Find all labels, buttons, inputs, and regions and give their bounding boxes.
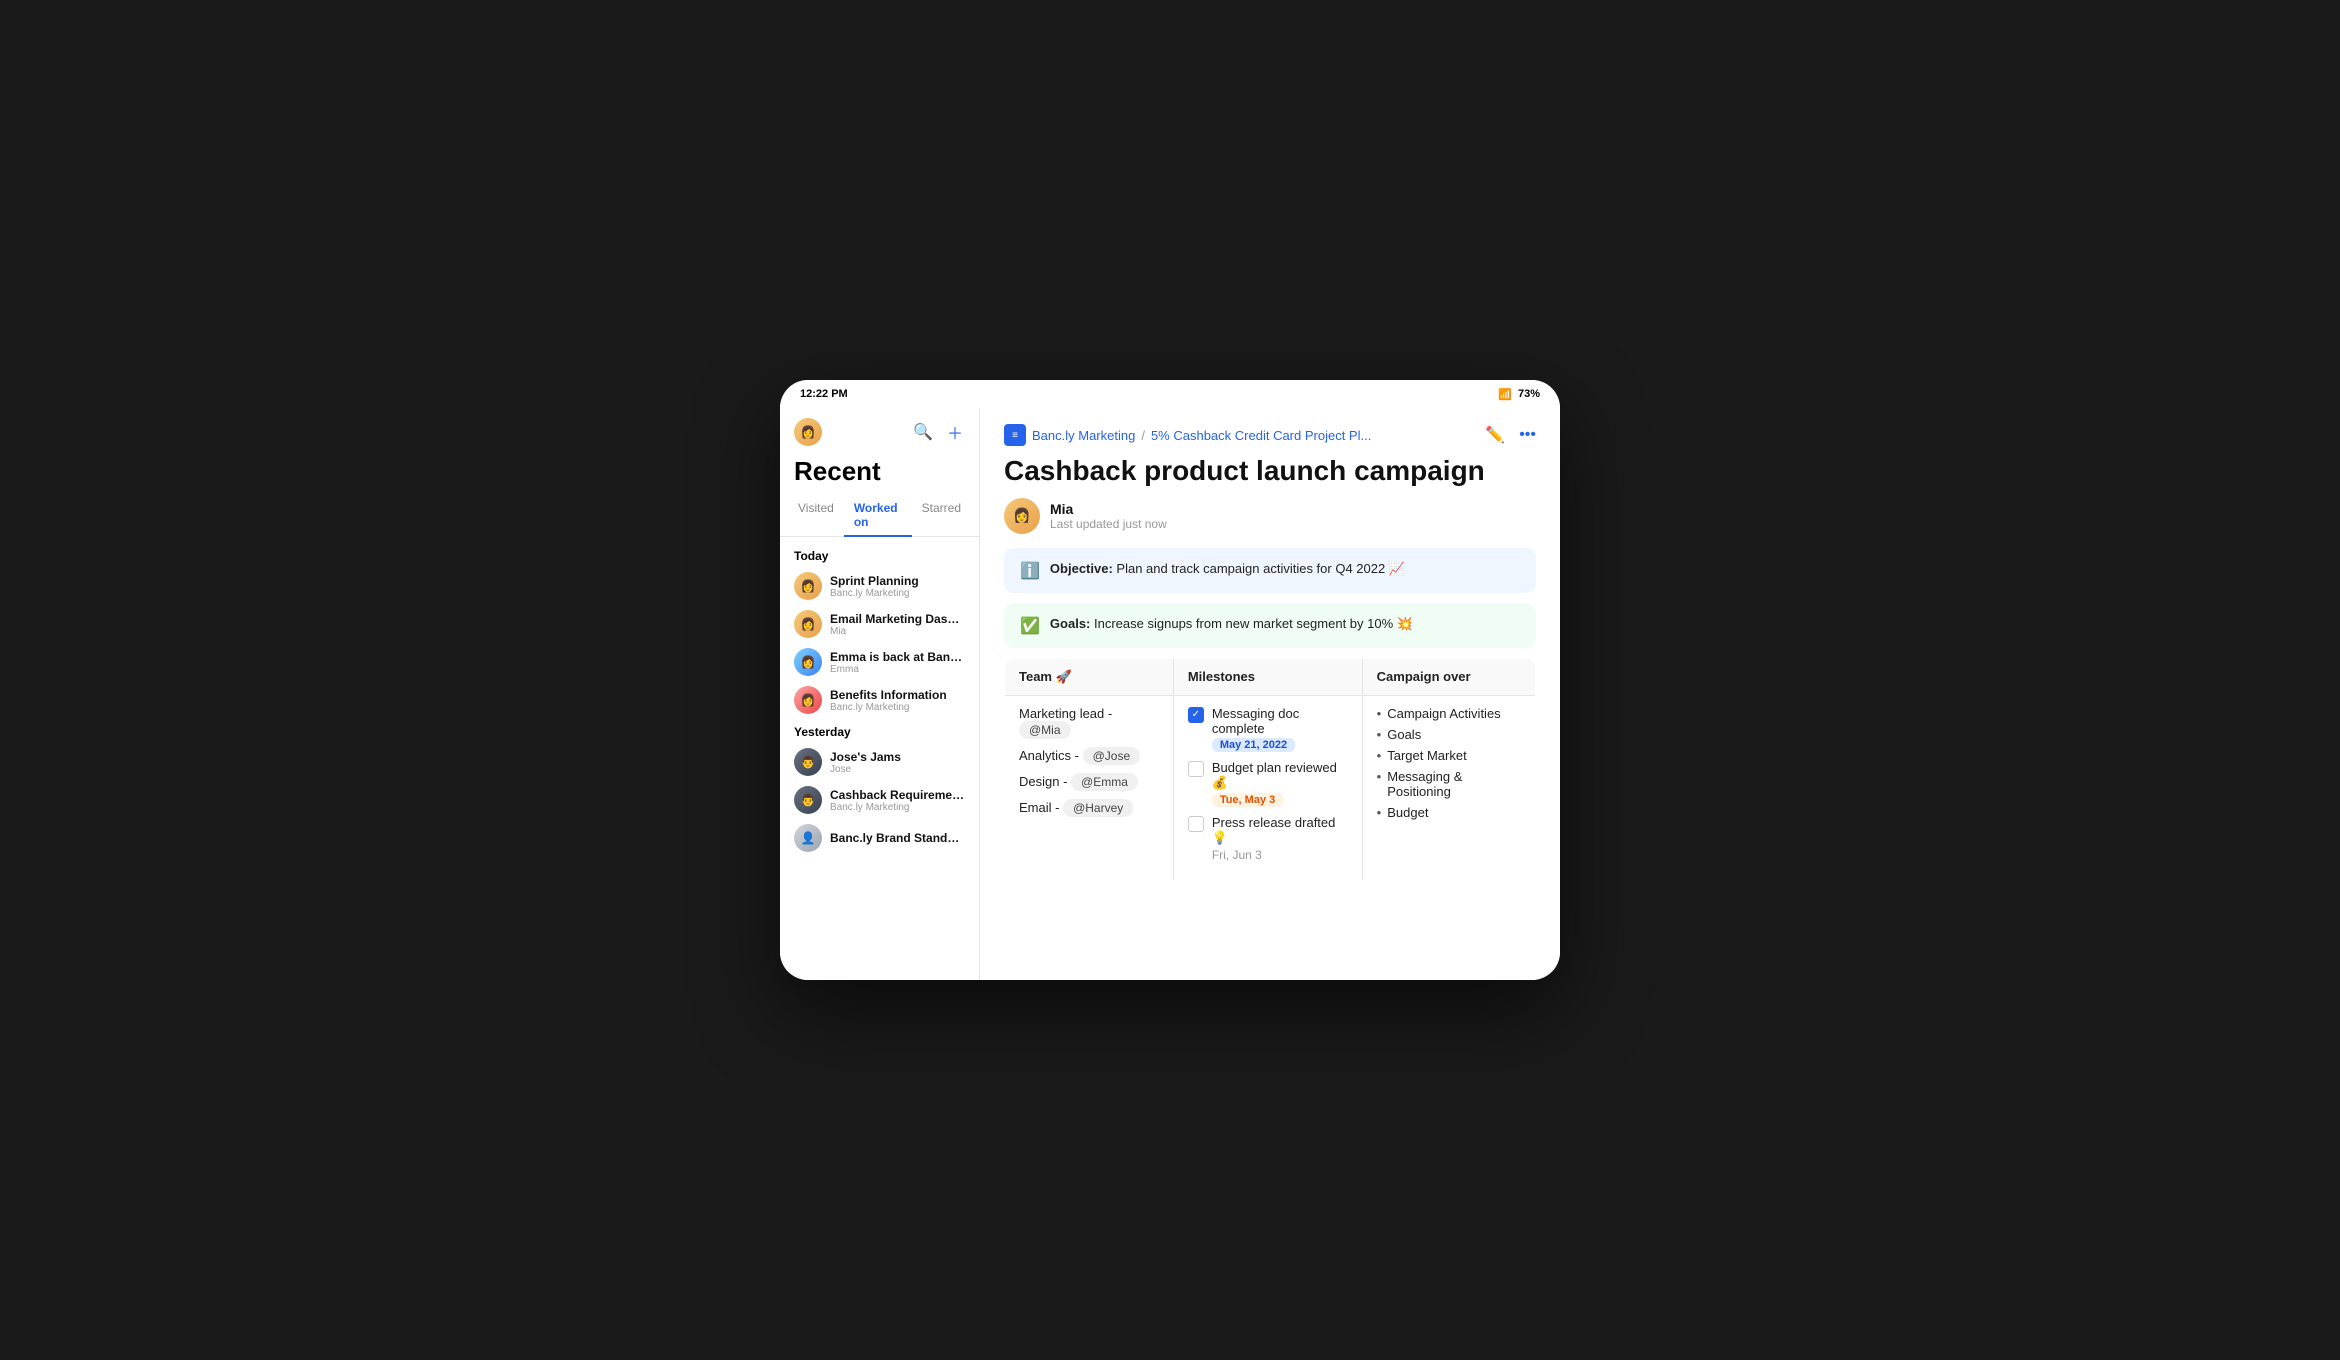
team-row: Marketing lead - @Mia	[1019, 706, 1159, 739]
goals-text: Increase signups from new market segment…	[1094, 616, 1413, 631]
checkbox-unchecked[interactable]	[1188, 761, 1204, 777]
author-avatar: 👩	[1004, 498, 1040, 534]
list-item: Goals	[1377, 727, 1521, 742]
goals-box: ✅ Goals: Increase signups from new marke…	[1004, 603, 1536, 648]
milestone-text: Budget plan reviewed 💰	[1212, 760, 1348, 791]
status-bar: 12:22 PM 📶 73%	[780, 380, 1560, 408]
list-item[interactable]: 👤 Banc.ly Brand Standards	[780, 819, 979, 857]
col-milestones: Milestones	[1173, 658, 1362, 695]
role-label: Design -	[1019, 774, 1067, 789]
mention-tag[interactable]: @Harvey	[1063, 799, 1133, 817]
milestone-date: Fri, Jun 3	[1212, 848, 1348, 862]
sidebar: 👩 🔍 ＋ Recent Visited Worked on Starred T…	[780, 408, 980, 980]
tab-visited[interactable]: Visited	[788, 495, 844, 537]
author-name: Mia	[1050, 501, 1167, 517]
list-item[interactable]: 👩 Sprint Planning Banc.ly Marketing	[780, 567, 979, 605]
team-row: Email - @Harvey	[1019, 799, 1159, 817]
header-actions: ✏️ •••	[1485, 425, 1536, 445]
team-row: Design - @Emma	[1019, 773, 1159, 791]
edit-button[interactable]: ✏️	[1485, 425, 1505, 445]
objective-box: ℹ️ Objective: Plan and track campaign ac…	[1004, 548, 1536, 593]
list-item: Campaign Activities	[1377, 706, 1521, 721]
milestone-item: ✓ Messaging doc complete May 21, 2022	[1188, 706, 1348, 752]
role-label: Marketing lead -	[1019, 706, 1112, 721]
avatar: 👩	[794, 686, 822, 714]
role-label: Analytics -	[1019, 748, 1079, 763]
add-button[interactable]: ＋	[945, 418, 965, 446]
team-cell: Marketing lead - @Mia Analytics - @Jose …	[1005, 695, 1174, 880]
date-badge: May 21, 2022	[1212, 738, 1295, 752]
project-table: Team 🚀 Milestones Campaign over Marketin…	[1004, 658, 1536, 881]
time: 12:22 PM	[800, 388, 848, 400]
section-yesterday: Yesterday	[780, 719, 979, 743]
mention-tag[interactable]: @Mia	[1019, 721, 1071, 739]
author-row: 👩 Mia Last updated just now	[1004, 498, 1536, 534]
table-row: Marketing lead - @Mia Analytics - @Jose …	[1005, 695, 1536, 880]
col-team: Team 🚀	[1005, 658, 1174, 695]
milestone-text: Press release drafted 💡	[1212, 815, 1348, 846]
tabs-container: Visited Worked on Starred	[780, 495, 979, 537]
sidebar-title: Recent	[780, 452, 979, 495]
team-row: Analytics - @Jose	[1019, 747, 1159, 765]
mention-tag[interactable]: @Emma	[1071, 773, 1138, 791]
avatar: 👩	[794, 572, 822, 600]
tab-starred[interactable]: Starred	[912, 495, 971, 537]
device-frame: 12:22 PM 📶 73% 👩 🔍 ＋ Recent Visited Work…	[780, 380, 1560, 980]
main-content: ≡ Banc.ly Marketing / 5% Cashback Credit…	[980, 408, 1560, 980]
milestone-text: Messaging doc complete	[1212, 706, 1348, 736]
checkbox-unchecked[interactable]	[1188, 816, 1204, 832]
list-item[interactable]: 👨 Jose's Jams Jose	[780, 743, 979, 781]
app-container: 👩 🔍 ＋ Recent Visited Worked on Starred T…	[780, 408, 1560, 980]
user-avatar[interactable]: 👩	[794, 418, 822, 446]
breadcrumb: ≡ Banc.ly Marketing / 5% Cashback Credit…	[1004, 424, 1371, 446]
milestone-item: Press release drafted 💡 Fri, Jun 3	[1188, 815, 1348, 862]
avatar: 👨	[794, 786, 822, 814]
list-item[interactable]: 👩 Benefits Information Banc.ly Marketing	[780, 681, 979, 719]
tab-worked-on[interactable]: Worked on	[844, 495, 912, 537]
avatar: 👩	[794, 648, 822, 676]
more-button[interactable]: •••	[1519, 426, 1536, 444]
wifi-icon: 📶	[1498, 388, 1512, 401]
list-item: Budget	[1377, 805, 1521, 820]
list-item[interactable]: 👩 Email Marketing Dashboards Mia	[780, 605, 979, 643]
breadcrumb-workspace[interactable]: Banc.ly Marketing	[1032, 428, 1135, 443]
sidebar-list: Today 👩 Sprint Planning Banc.ly Marketin…	[780, 537, 979, 980]
avatar: 👩	[794, 610, 822, 638]
list-item[interactable]: 👨 Cashback Requirements Banc.ly Marketin…	[780, 781, 979, 819]
role-label: Email -	[1019, 800, 1059, 815]
list-item[interactable]: 👩 Emma is back at Banc.ly Emma	[780, 643, 979, 681]
list-item: Messaging & Positioning	[1377, 769, 1521, 799]
milestones-cell: ✓ Messaging doc complete May 21, 2022 Bu…	[1173, 695, 1362, 880]
last-updated: Last updated just now	[1050, 517, 1167, 531]
campaign-list: Campaign Activities Goals Target Market …	[1377, 706, 1521, 820]
section-today: Today	[780, 543, 979, 567]
check-circle-icon: ✅	[1020, 616, 1040, 636]
battery-level: 73%	[1518, 388, 1540, 400]
date-badge: Tue, May 3	[1212, 793, 1283, 807]
info-icon: ℹ️	[1020, 561, 1040, 581]
campaign-cell: Campaign Activities Goals Target Market …	[1362, 695, 1535, 880]
main-header: ≡ Banc.ly Marketing / 5% Cashback Credit…	[1004, 424, 1536, 446]
sidebar-header: 👩 🔍 ＋	[780, 408, 979, 452]
page-icon: ≡	[1004, 424, 1026, 446]
page-title: Cashback product launch campaign	[1004, 454, 1536, 488]
avatar: 👨	[794, 748, 822, 776]
list-item: Target Market	[1377, 748, 1521, 763]
breadcrumb-page[interactable]: 5% Cashback Credit Card Project Pl...	[1151, 428, 1371, 443]
search-button[interactable]: 🔍	[911, 418, 935, 446]
breadcrumb-separator: /	[1141, 428, 1145, 443]
mention-tag[interactable]: @Jose	[1083, 747, 1141, 765]
objective-label: Objective:	[1050, 561, 1113, 576]
checkbox-checked[interactable]: ✓	[1188, 707, 1204, 723]
avatar: 👤	[794, 824, 822, 852]
goals-label: Goals:	[1050, 616, 1090, 631]
milestone-item: Budget plan reviewed 💰 Tue, May 3	[1188, 760, 1348, 807]
objective-text: Plan and track campaign activities for Q…	[1116, 561, 1405, 576]
col-campaign: Campaign over	[1362, 658, 1535, 695]
